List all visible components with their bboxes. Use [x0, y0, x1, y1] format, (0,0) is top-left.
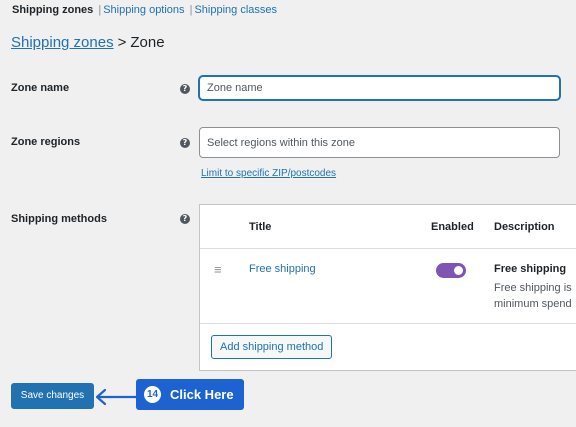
step-number-badge: 14 — [144, 386, 161, 403]
breadcrumb-arrow: > — [117, 34, 127, 51]
arrow-left-icon — [95, 388, 137, 406]
column-header-description: Description — [494, 221, 555, 233]
save-changes-button[interactable]: Save changes — [11, 383, 94, 409]
shipping-methods-table: Title Enabled Description ≡ Free shippin… — [199, 204, 576, 371]
help-icon[interactable]: ? — [180, 214, 190, 224]
limit-postcodes-link[interactable]: Limit to specific ZIP/postcodes — [201, 168, 336, 179]
toggle-knob — [454, 266, 463, 275]
help-icon[interactable]: ? — [180, 84, 190, 94]
subnav-shipping-options[interactable]: Shipping options — [103, 4, 184, 16]
subsubsub-nav: Shipping zones | Shipping options | Shippi… — [12, 4, 277, 16]
header-divider — [200, 248, 576, 249]
zone-name-input[interactable] — [199, 76, 560, 100]
subnav-separator: | — [189, 4, 193, 16]
help-icon[interactable]: ? — [180, 138, 190, 148]
enabled-toggle[interactable] — [436, 263, 466, 278]
subnav-separator: | — [98, 4, 102, 16]
method-description-line: minimum spend — [494, 298, 572, 310]
row-divider — [200, 323, 576, 324]
add-shipping-method-button[interactable]: Add shipping method — [211, 335, 333, 359]
callout-text: Click Here — [170, 387, 234, 402]
method-title-link[interactable]: Free shipping — [249, 263, 316, 275]
click-here-callout: 14 Click Here — [136, 379, 244, 410]
column-header-enabled: Enabled — [431, 221, 474, 233]
zone-regions-select[interactable] — [199, 127, 560, 158]
subnav-shipping-classes[interactable]: Shipping classes — [194, 4, 277, 16]
breadcrumb-shipping-zones-link[interactable]: Shipping zones — [11, 34, 114, 51]
method-description-line: Free shipping is — [494, 282, 572, 294]
breadcrumb: Shipping zones > Zone — [11, 34, 165, 51]
method-description-title: Free shipping — [494, 263, 567, 275]
breadcrumb-current: Zone — [130, 34, 165, 51]
drag-handle-icon[interactable]: ≡ — [214, 263, 222, 276]
subnav-shipping-zones[interactable]: Shipping zones — [12, 4, 93, 16]
zone-name-label: Zone name — [11, 82, 70, 94]
column-header-title: Title — [249, 221, 272, 233]
shipping-methods-label: Shipping methods — [11, 213, 107, 225]
zone-regions-label: Zone regions — [11, 136, 81, 148]
